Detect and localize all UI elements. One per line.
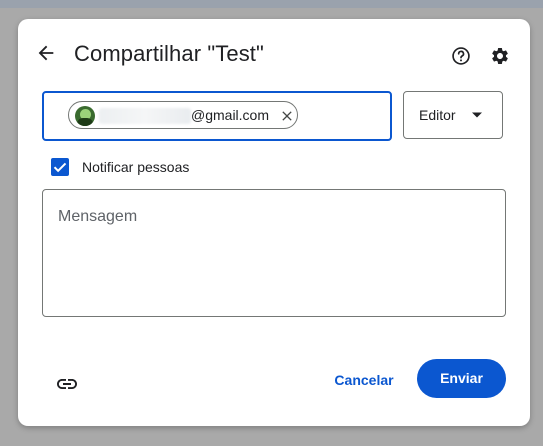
caret-down-icon xyxy=(472,112,482,118)
avatar xyxy=(75,106,95,126)
gear-icon[interactable] xyxy=(490,46,510,66)
recipient-email: @gmail.com xyxy=(191,107,270,123)
notify-label: Notificar pessoas xyxy=(82,159,190,175)
notify-checkbox[interactable] xyxy=(51,158,69,176)
recipient-chip[interactable]: @gmail.com xyxy=(68,101,298,129)
cancel-button[interactable]: Cancelar xyxy=(321,362,407,398)
message-textarea[interactable]: Mensagem xyxy=(42,189,506,317)
role-selected: Editor xyxy=(419,107,456,123)
background-strip xyxy=(0,0,543,8)
message-placeholder: Mensagem xyxy=(58,208,138,225)
share-dialog: Compartilhar "Test" @gmail.com Editor No… xyxy=(18,19,530,426)
help-circle-icon[interactable] xyxy=(451,46,471,66)
send-button[interactable]: Enviar xyxy=(417,359,506,398)
redacted-username xyxy=(99,108,191,124)
close-icon[interactable] xyxy=(279,108,295,124)
check-icon xyxy=(53,162,67,173)
arrow-back-icon[interactable] xyxy=(35,42,57,64)
link-icon[interactable] xyxy=(55,372,79,396)
dialog-title: Compartilhar "Test" xyxy=(74,41,264,66)
recipients-input[interactable]: @gmail.com xyxy=(42,91,392,141)
role-select[interactable]: Editor xyxy=(403,91,503,139)
